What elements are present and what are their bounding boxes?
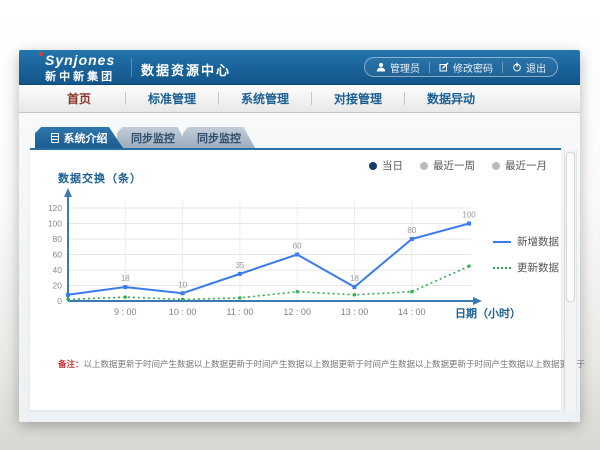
current-user[interactable]: 管理员: [376, 60, 420, 75]
header-divider: [131, 58, 132, 77]
radio-dot-icon: [420, 162, 428, 170]
tab-system-intro[interactable]: 系统介绍: [35, 127, 123, 148]
svg-text:18: 18: [121, 274, 130, 283]
svg-text:35: 35: [235, 261, 244, 270]
svg-text:14 : 00: 14 : 00: [398, 307, 426, 317]
svg-text:0: 0: [57, 296, 62, 306]
radio-last-month[interactable]: 最近一月: [492, 158, 547, 173]
svg-text:10 : 00: 10 : 00: [169, 307, 197, 317]
user-icon: [376, 62, 386, 72]
svg-text:80: 80: [407, 226, 416, 235]
note-text: 以上数据更新于时间产生数据以上数据更新于时间产生数据以上数据更新于时间产生数据以…: [84, 359, 586, 369]
svg-text:10: 10: [178, 280, 187, 289]
chart-legend: 新增数据 更新数据: [493, 234, 559, 275]
radio-last-week[interactable]: 最近一周: [420, 158, 475, 173]
nav-item-home[interactable]: 首页: [33, 90, 125, 107]
change-password-button[interactable]: 修改密码: [439, 60, 493, 75]
tab-sync-monitor-1[interactable]: 同步监控: [117, 127, 189, 148]
nav-item-data-change[interactable]: 数据异动: [405, 90, 497, 107]
nav-item-standard-mgmt[interactable]: 标准管理: [126, 90, 218, 107]
logout-button[interactable]: 退出: [512, 60, 546, 75]
svg-text:60: 60: [293, 242, 302, 251]
radio-today[interactable]: 当日: [369, 158, 403, 173]
legend-item-updated-data[interactable]: 更新数据: [493, 260, 559, 275]
logo-red-dot-icon: [39, 52, 43, 56]
note-prefix: 备注：: [58, 359, 84, 369]
svg-text:40: 40: [53, 265, 63, 275]
svg-text:18: 18: [350, 274, 359, 283]
radio-dot-icon: [369, 162, 377, 170]
tab-sync-monitor-2[interactable]: 同步监控: [183, 127, 255, 148]
svg-text:60: 60: [53, 250, 63, 260]
radio-dot-icon: [492, 162, 500, 170]
svg-text:120: 120: [48, 203, 62, 213]
chart-panel: 当日 最近一周 最近一月 数据交换（条） 0 20 40 60 80 100 120 9 : …: [30, 148, 561, 410]
svg-text:80: 80: [53, 234, 63, 244]
tab-bar: 系统介绍 同步监控 同步监控: [35, 127, 255, 148]
app-title: 数据资源中心: [141, 60, 231, 79]
time-range-filter: 当日 最近一周 最近一月: [369, 158, 547, 173]
legend-item-new-data[interactable]: 新增数据: [493, 234, 559, 249]
svg-text:20: 20: [53, 281, 63, 291]
user-toolbar: 管理员 修改密码 退出: [364, 57, 558, 77]
nav-item-interface-mgmt[interactable]: 对接管理: [312, 90, 404, 107]
main-nav: 首页 标准管理 系统管理 对接管理 数据异动: [19, 85, 580, 113]
document-icon: [51, 133, 59, 143]
pill-divider: [429, 62, 430, 73]
logo-wordmark: Synjones: [45, 52, 115, 68]
nav-item-system-mgmt[interactable]: 系统管理: [219, 90, 311, 107]
brand-logo: Synjones 新中新集团: [45, 52, 115, 84]
logo-company-name: 新中新集团: [45, 68, 115, 84]
svg-text:11 : 00: 11 : 00: [226, 307, 253, 317]
page-background: Synjones 新中新集团 数据资源中心 管理员 修改密码: [0, 0, 600, 450]
power-icon: [512, 62, 522, 72]
vertical-scrollbar[interactable]: [564, 150, 577, 412]
scrollbar-thumb[interactable]: [566, 152, 575, 302]
edit-icon: [439, 62, 449, 72]
line-chart: 0 20 40 60 80 100 120 9 : 00 10 : 00 11 : 00 12 : …: [34, 185, 524, 340]
dotted-line-swatch-icon: [493, 267, 511, 269]
footer-note: 备注：以上数据更新于时间产生数据以上数据更新于时间产生数据以上数据更新于时间产生…: [58, 358, 558, 370]
svg-text:100: 100: [48, 219, 62, 229]
y-axis-title: 数据交换（条）: [58, 170, 142, 186]
app-window: Synjones 新中新集团 数据资源中心 管理员 修改密码: [19, 50, 580, 422]
chart-canvas: 0 20 40 60 80 100 120 9 : 00 10 : 00 11 : 00 12 : …: [34, 185, 524, 340]
pill-divider: [502, 62, 503, 73]
svg-text:13 : 00: 13 : 00: [341, 307, 369, 317]
x-axis-title: 日期（小时）: [455, 305, 521, 321]
svg-text:9 : 00: 9 : 00: [114, 307, 137, 317]
svg-text:12 : 00: 12 : 00: [283, 307, 311, 317]
solid-line-swatch-icon: [493, 241, 511, 243]
top-header: Synjones 新中新集团 数据资源中心 管理员 修改密码: [19, 50, 580, 85]
content-area: 系统介绍 同步监控 同步监控 当日 最近一周: [19, 113, 580, 422]
svg-text:100: 100: [462, 211, 476, 220]
